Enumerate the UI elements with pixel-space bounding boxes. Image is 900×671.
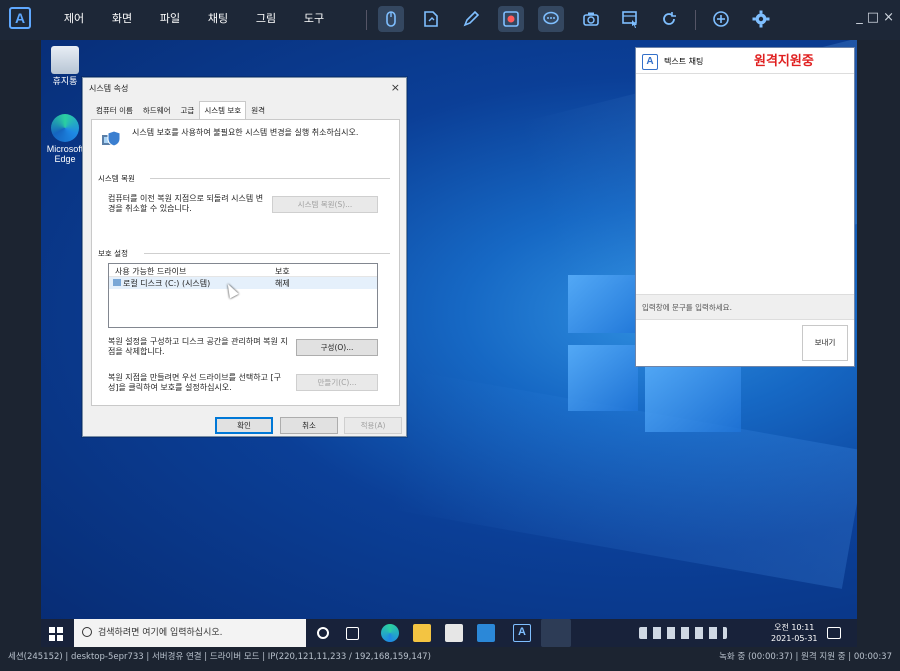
toolbar-divider xyxy=(695,10,696,30)
dialog-title: 시스템 속성 xyxy=(89,84,129,93)
intro-text: 시스템 보호를 사용하여 불필요한 시스템 변경을 실행 취소하십시오. xyxy=(132,128,359,137)
windows-taskbar: 검색하려면 여기에 입력하십시오. A 오전 10:11 2021-05-31 xyxy=(41,619,857,647)
chat-input[interactable]: 입력창에 문구를 입력하세요. xyxy=(636,294,854,320)
window-controls: _ □ × xyxy=(856,10,894,26)
maximize-button[interactable]: □ xyxy=(867,10,879,26)
taskbar-active-app[interactable] xyxy=(541,619,571,647)
col-drive: 사용 가능한 드라이브 xyxy=(115,267,187,276)
restore-header: 시스템 복원 xyxy=(98,174,135,183)
clock-date: 2021-05-31 xyxy=(771,634,818,643)
create-text: 복원 지점을 만들려면 우선 드라이브를 선택하고 [구성]을 클릭하여 보호를… xyxy=(108,373,281,392)
top-toolbar: A 제어 화면 파일 채팅 그림 도구 _ □ × xyxy=(0,0,900,40)
tray-icons[interactable] xyxy=(639,627,727,639)
drive-icon xyxy=(113,279,121,286)
add-icon[interactable] xyxy=(708,6,734,32)
search-placeholder: 검색하려면 여기에 입력하십시오. xyxy=(98,628,223,638)
mail-icon[interactable] xyxy=(477,624,495,642)
file-explorer-icon[interactable] xyxy=(413,624,431,642)
configure-button[interactable]: 구성(O)... xyxy=(296,339,378,356)
drive-list[interactable]: 사용 가능한 드라이브 보호 로컬 디스크 (C:) (시스템) 해제 xyxy=(108,263,378,328)
drive-list-header: 사용 가능한 드라이브 보호 xyxy=(109,264,377,277)
tab-system-protection[interactable]: 시스템 보호 xyxy=(199,101,247,119)
remote-support-app: A 제어 화면 파일 채팅 그림 도구 _ □ × 휴지통 Microsoft … xyxy=(0,0,900,671)
mouse-icon[interactable] xyxy=(378,6,404,32)
col-protection: 보호 xyxy=(275,267,290,276)
edge-taskbar-icon[interactable] xyxy=(381,624,399,642)
chat-titlebar: A 텍스트 채팅 원격지원중 xyxy=(636,48,854,74)
section-divider xyxy=(150,178,390,179)
store-icon[interactable] xyxy=(445,624,463,642)
text-chat-window: A 텍스트 채팅 원격지원중 입력창에 문구를 입력하세요. 보내기 xyxy=(635,47,855,367)
clock-time: 오전 10:11 xyxy=(774,623,815,632)
menu-draw[interactable]: 그림 xyxy=(242,0,290,40)
main-menu: 제어 화면 파일 채팅 그림 도구 xyxy=(50,0,338,40)
system-restore-button[interactable]: 시스템 복원(S)... xyxy=(272,196,378,213)
shield-computer-icon xyxy=(100,129,122,151)
tab-remote[interactable]: 원격 xyxy=(246,101,270,119)
apply-button[interactable]: 적용(A) xyxy=(344,417,402,434)
taskbar-search[interactable]: 검색하려면 여기에 입력하십시오. xyxy=(74,619,306,647)
chat-icon[interactable] xyxy=(538,6,564,32)
status-bar: 세션(245152) | desktop-5epr733 | 서버경유 연결 |… xyxy=(0,650,900,671)
menu-file[interactable]: 파일 xyxy=(146,0,194,40)
section-divider xyxy=(144,253,390,254)
desktop-icon-label: Microsoft Edge xyxy=(46,144,84,164)
recycle-bin-icon xyxy=(51,46,79,74)
system-properties-dialog: 시스템 속성 × 컴퓨터 이름 하드웨어 고급 시스템 보호 원격 시스템 보호… xyxy=(82,77,407,437)
protect-header: 보호 설정 xyxy=(98,249,128,258)
task-view-icon[interactable] xyxy=(346,627,359,640)
minimize-button[interactable]: _ xyxy=(856,10,863,26)
pen-icon[interactable] xyxy=(458,6,484,32)
create-button[interactable]: 만들기(C)... xyxy=(296,374,378,391)
notification-icon[interactable] xyxy=(827,627,841,639)
menu-chat[interactable]: 채팅 xyxy=(194,0,242,40)
close-button[interactable]: × xyxy=(883,10,894,26)
chat-title: 텍스트 채팅 xyxy=(664,57,704,66)
chat-log xyxy=(636,74,854,293)
session-info: 세션(245152) | desktop-5epr733 | 서버경유 연결 |… xyxy=(8,652,431,662)
drive-name: 로컬 디스크 (C:) (시스템) xyxy=(123,279,211,288)
restore-text: 컴퓨터를 이전 복원 지점으로 되돌려 시스템 변경을 취소할 수 있습니다. xyxy=(108,194,264,213)
recording-status: 녹화 중 (00:00:37) | 원격 지원 중 | 00:00:37 xyxy=(719,652,892,662)
camera-icon[interactable] xyxy=(578,6,604,32)
remote-app-taskbar-icon[interactable]: A xyxy=(513,624,531,642)
search-icon xyxy=(82,627,92,637)
toolbar-divider xyxy=(366,10,367,30)
cortana-icon[interactable] xyxy=(317,627,329,639)
desktop-icon-edge[interactable]: Microsoft Edge xyxy=(45,114,85,164)
menu-tools[interactable]: 도구 xyxy=(290,0,338,40)
ok-button[interactable]: 확인 xyxy=(215,417,273,434)
file-transfer-icon[interactable] xyxy=(418,6,444,32)
screen-select-icon[interactable] xyxy=(617,6,643,32)
drive-row[interactable]: 로컬 디스크 (C:) (시스템) 해제 xyxy=(109,277,377,289)
tab-panel: 시스템 보호를 사용하여 불필요한 시스템 변경을 실행 취소하십시오. 시스템… xyxy=(91,119,400,406)
config-text: 복원 설정을 구성하고 디스크 공간을 관리하며 복원 지점을 삭제합니다. xyxy=(108,337,288,356)
remote-screen[interactable]: 휴지통 Microsoft Edge 시스템 속성 × 컴퓨터 이름 하드웨어 … xyxy=(41,40,857,647)
record-icon[interactable] xyxy=(498,6,524,32)
tab-computer-name[interactable]: 컴퓨터 이름 xyxy=(91,101,138,119)
drive-protection: 해제 xyxy=(275,279,290,288)
wallpaper-logo-pane xyxy=(568,275,638,333)
cancel-button[interactable]: 취소 xyxy=(280,417,338,434)
taskbar-clock[interactable]: 오전 10:11 2021-05-31 xyxy=(771,622,818,644)
settings-icon[interactable] xyxy=(748,6,774,32)
dialog-tabs: 컴퓨터 이름 하드웨어 고급 시스템 보호 원격 xyxy=(91,101,270,119)
edge-icon xyxy=(51,114,79,142)
dialog-close-button[interactable]: × xyxy=(391,81,400,94)
menu-control[interactable]: 제어 xyxy=(50,0,98,40)
wallpaper-logo-pane xyxy=(568,345,638,411)
tab-advanced[interactable]: 고급 xyxy=(176,101,200,119)
windows-start-icon[interactable] xyxy=(49,626,63,641)
chat-app-icon: A xyxy=(642,54,658,70)
desktop-icon-recycle-bin[interactable]: 휴지통 xyxy=(45,46,85,86)
send-button[interactable]: 보내기 xyxy=(802,325,848,361)
remote-support-overlay: 원격지원중 xyxy=(754,53,814,68)
refresh-icon[interactable] xyxy=(656,6,682,32)
tab-hardware[interactable]: 하드웨어 xyxy=(138,101,176,119)
app-logo: A xyxy=(9,7,31,29)
menu-screen[interactable]: 화면 xyxy=(98,0,146,40)
desktop-icon-label: 휴지통 xyxy=(52,76,78,86)
wallpaper-logo-pane xyxy=(645,358,741,432)
